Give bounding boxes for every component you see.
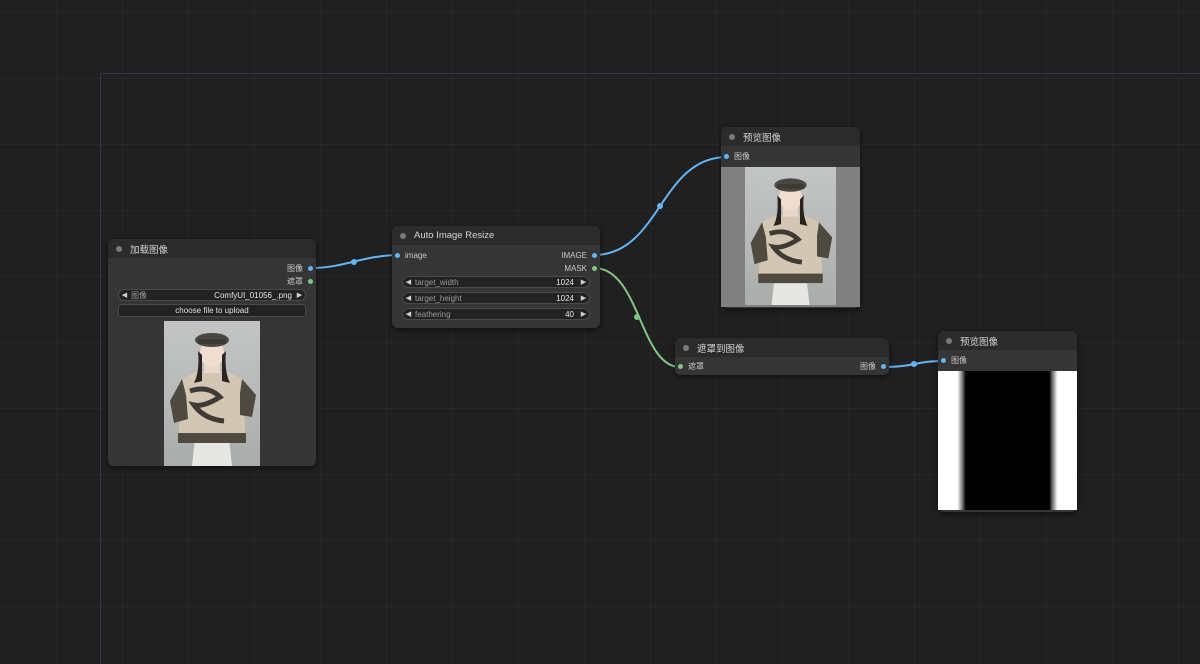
- slot-label: 遮罩: [287, 277, 303, 286]
- output-slot-image[interactable]: 图像: [287, 263, 313, 274]
- mask-preview-image: [938, 371, 1077, 510]
- input-pin-icon[interactable]: [395, 253, 400, 258]
- link-midpoint[interactable]: [634, 314, 640, 320]
- collapse-dot-icon[interactable]: [729, 133, 735, 140]
- node-title: Auto Image Resize: [414, 230, 495, 241]
- photo-person-figure: [750, 178, 833, 305]
- widget-label: target_width: [415, 277, 459, 287]
- node-title-bar[interactable]: 加载图像: [108, 239, 316, 258]
- output-slot-image[interactable]: IMAGE: [561, 250, 597, 261]
- slot-label: 图像: [951, 356, 967, 365]
- upload-button[interactable]: choose file to upload: [118, 304, 306, 317]
- input-slot-mask[interactable]: 遮罩: [678, 361, 704, 372]
- node-auto-image-resize[interactable]: Auto Image Resize image IMAGE MASK ◀ tar…: [392, 226, 600, 328]
- slot-label: 遮罩: [688, 362, 704, 371]
- node-preview-image[interactable]: 预览图像 图像: [721, 127, 860, 308]
- feathering-widget[interactable]: ◀ feathering 40 ▶: [402, 308, 590, 320]
- slot-label: image: [405, 251, 427, 260]
- slot-label: IMAGE: [561, 251, 587, 260]
- right-arrow-icon[interactable]: ▶: [578, 278, 589, 286]
- preview-image-frame: [721, 167, 860, 307]
- left-arrow-icon[interactable]: ◀: [119, 291, 130, 299]
- widget-value: 40: [565, 309, 574, 319]
- widget-value: ComfyUI_01056_.png: [214, 290, 292, 300]
- image-file-combo[interactable]: ◀ 图像 ComfyUI_01056_.png ▶: [118, 289, 306, 301]
- input-pin-icon[interactable]: [724, 154, 729, 159]
- node-title-bar[interactable]: Auto Image Resize: [392, 226, 600, 245]
- right-arrow-icon[interactable]: ▶: [578, 294, 589, 302]
- target-width-widget[interactable]: ◀ target_width 1024 ▶: [402, 276, 590, 288]
- input-slot-image[interactable]: 图像: [724, 151, 750, 162]
- collapse-dot-icon[interactable]: [116, 245, 122, 252]
- node-title: 预览图像: [960, 336, 999, 348]
- widget-value: 1024: [556, 277, 574, 287]
- slot-label: 图像: [860, 362, 876, 371]
- collapse-dot-icon[interactable]: [683, 344, 689, 351]
- left-arrow-icon[interactable]: ◀: [403, 310, 414, 318]
- link-midpoint[interactable]: [351, 259, 357, 265]
- collapse-dot-icon[interactable]: [946, 337, 952, 344]
- widget-label: feathering: [415, 309, 451, 319]
- widget-label: target_height: [415, 293, 462, 303]
- output-slot-image[interactable]: 图像: [860, 361, 886, 372]
- widget-value: 1024: [556, 293, 574, 303]
- input-pin-icon[interactable]: [941, 358, 946, 363]
- output-slot-mask[interactable]: 遮罩: [287, 276, 313, 287]
- output-pin-icon[interactable]: [308, 266, 313, 271]
- link-midpoint[interactable]: [657, 203, 663, 209]
- link-midpoint[interactable]: [911, 361, 917, 367]
- target-height-widget[interactable]: ◀ target_height 1024 ▶: [402, 292, 590, 304]
- output-slot-mask[interactable]: MASK: [564, 263, 597, 274]
- node-title-bar[interactable]: 预览图像: [721, 127, 860, 146]
- slot-label: 图像: [734, 152, 750, 161]
- input-slot-image[interactable]: image: [395, 250, 427, 261]
- node-title: 预览图像: [743, 132, 782, 144]
- photo-person-figure: [170, 333, 256, 466]
- input-slot-image[interactable]: 图像: [941, 355, 967, 366]
- output-pin-icon[interactable]: [308, 279, 313, 284]
- node-preview-mask[interactable]: 预览图像 图像: [938, 331, 1077, 512]
- right-arrow-icon[interactable]: ▶: [578, 310, 589, 318]
- node-title-bar[interactable]: 遮罩到图像: [675, 338, 889, 357]
- node-mask-to-image[interactable]: 遮罩到图像 遮罩 图像: [675, 338, 889, 375]
- left-arrow-icon[interactable]: ◀: [403, 278, 414, 286]
- collapse-dot-icon[interactable]: [400, 232, 406, 239]
- node-load-image[interactable]: 加载图像 图像 遮罩 ◀ 图像 ComfyUI_01056_.png ▶ cho…: [108, 239, 316, 466]
- output-pin-icon[interactable]: [881, 364, 886, 369]
- right-arrow-icon[interactable]: ▶: [294, 291, 305, 299]
- widget-label: 图像: [131, 290, 147, 300]
- input-pin-icon[interactable]: [678, 364, 683, 369]
- left-arrow-icon[interactable]: ◀: [403, 294, 414, 302]
- output-pin-icon[interactable]: [592, 253, 597, 258]
- node-title-bar[interactable]: 预览图像: [938, 331, 1077, 350]
- slot-label: MASK: [564, 264, 587, 273]
- node-title: 加载图像: [130, 244, 169, 256]
- loaded-image-preview: [164, 321, 260, 466]
- node-title: 遮罩到图像: [697, 343, 745, 355]
- output-pin-icon[interactable]: [592, 266, 597, 271]
- slot-label: 图像: [287, 264, 303, 273]
- preview-image: [745, 167, 836, 305]
